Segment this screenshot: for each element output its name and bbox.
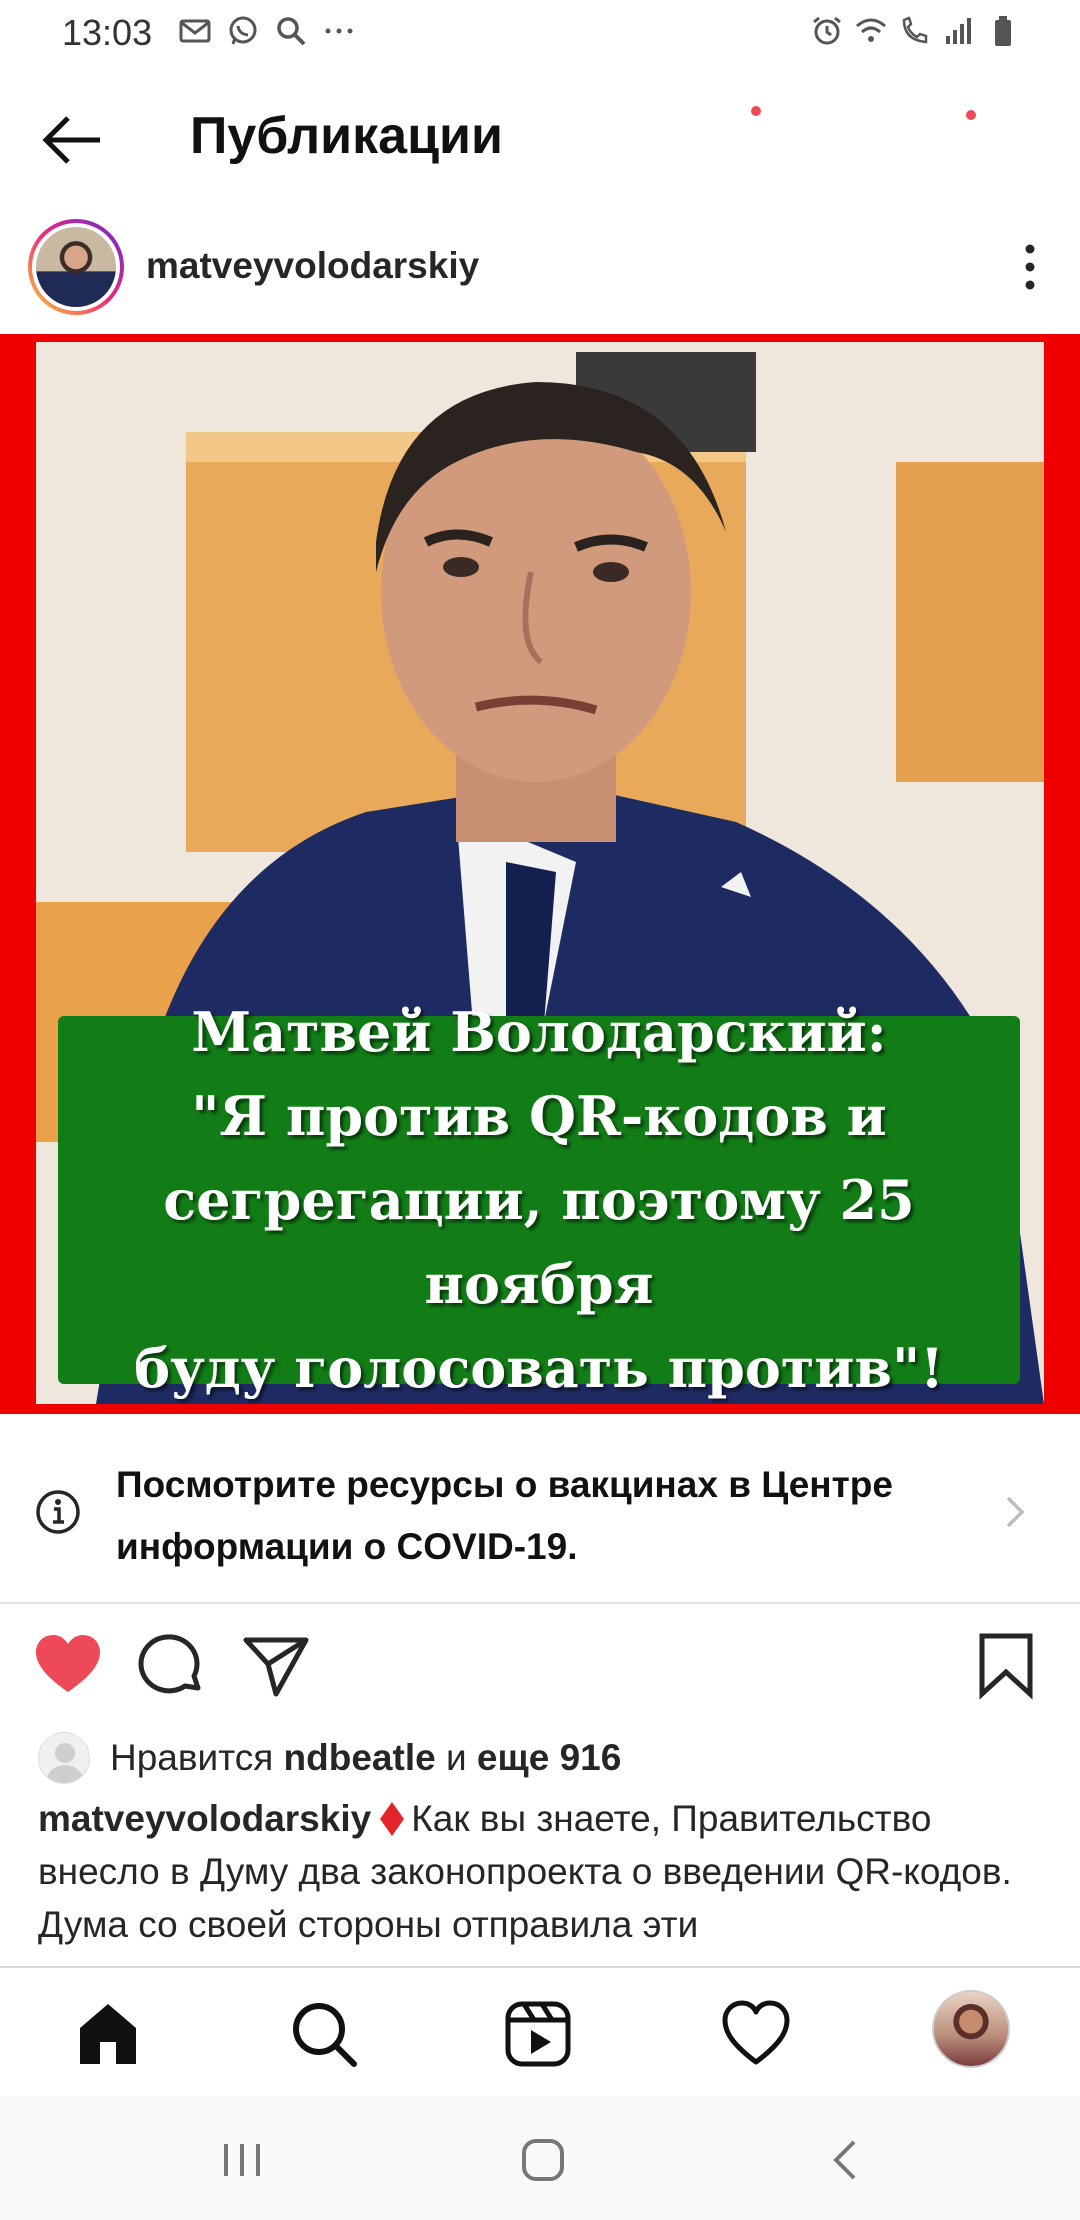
mail-icon (179, 19, 211, 43)
quote-line-1: Матвей Володарский: (191, 1000, 887, 1064)
recents-icon[interactable] (218, 2138, 268, 2182)
more-dots-icon (325, 28, 353, 34)
reels-icon[interactable] (502, 1998, 574, 2070)
comment-icon[interactable] (138, 1630, 210, 1702)
share-icon[interactable] (240, 1630, 312, 1702)
search-icon (277, 17, 306, 46)
liker-avatar (38, 1732, 90, 1784)
post-username[interactable]: matveyvolodarskiy (146, 245, 479, 287)
top-bar: Публикации (0, 90, 1080, 190)
likes-row[interactable]: Нравится ndbeatle и еще 916 (38, 1728, 621, 1788)
profile-avatar[interactable] (932, 1990, 1010, 2068)
alarm-icon (813, 16, 841, 45)
quote-text: Матвей Володарский: "Я против QR-кодов и… (78, 990, 1000, 1410)
activity-heart-icon[interactable] (720, 1998, 792, 2070)
author-avatar[interactable] (28, 219, 124, 315)
quote-line-3: сегрегации, поэтому 25 ноября (163, 1168, 915, 1316)
vertical-dots-icon[interactable] (1010, 237, 1050, 297)
chevron-right-icon (1006, 1496, 1025, 1528)
quote-overlay: Матвей Володарский: "Я против QR-кодов и… (58, 1000, 1020, 1400)
covid-info-text: Посмотрите ресурсы о вакцинах в Центре и… (116, 1464, 893, 1567)
bookmark-icon[interactable] (970, 1630, 1042, 1702)
status-time: 13:03 (62, 12, 153, 53)
home-icon[interactable] (72, 1998, 144, 2070)
red-diamond-icon (380, 1802, 405, 1836)
quote-line-4: буду голосовать против"! (134, 1336, 944, 1400)
battery-icon (995, 16, 1011, 46)
wifi-icon (856, 18, 886, 42)
back-chevron-icon[interactable] (822, 2138, 872, 2182)
profile-notification-dot (966, 110, 976, 120)
activity-notification-dot (751, 106, 761, 116)
status-left-icons (178, 14, 356, 48)
home-circle-icon[interactable] (518, 2138, 568, 2182)
heart-filled-icon[interactable] (32, 1630, 104, 1702)
bottom-nav (0, 1966, 1080, 2096)
info-icon (36, 1490, 80, 1534)
signal-icon (946, 18, 971, 44)
whatsapp-icon (229, 16, 257, 45)
post-image[interactable]: Матвей Володарский: "Я против QR-кодов и… (0, 334, 1080, 1414)
status-right-icons (810, 14, 1020, 48)
system-nav (0, 2096, 1080, 2220)
post-header: matveyvolodarskiy (0, 215, 1080, 320)
likes-count[interactable]: еще 916 (477, 1737, 621, 1778)
search-icon[interactable] (288, 1998, 360, 2070)
caption-username[interactable]: matveyvolodarskiy (38, 1798, 371, 1839)
volte-call-icon (902, 16, 928, 44)
covid-info-banner[interactable]: Посмотрите ресурсы о вакцинах в Центре и… (0, 1414, 1080, 1604)
post-caption[interactable]: matveyvolodarskiy Как вы знаете, Правител… (38, 1792, 1048, 1964)
arrow-left-icon[interactable] (38, 110, 108, 170)
page-title: Публикации (190, 107, 503, 165)
likes-text: Нравится ndbeatle и еще 916 (110, 1737, 622, 1778)
liker-username[interactable]: ndbeatle (284, 1737, 436, 1778)
status-bar: 13:03 (0, 0, 1080, 64)
quote-line-2: "Я против QR-кодов и (191, 1084, 887, 1148)
post-actions (0, 1620, 1080, 1710)
